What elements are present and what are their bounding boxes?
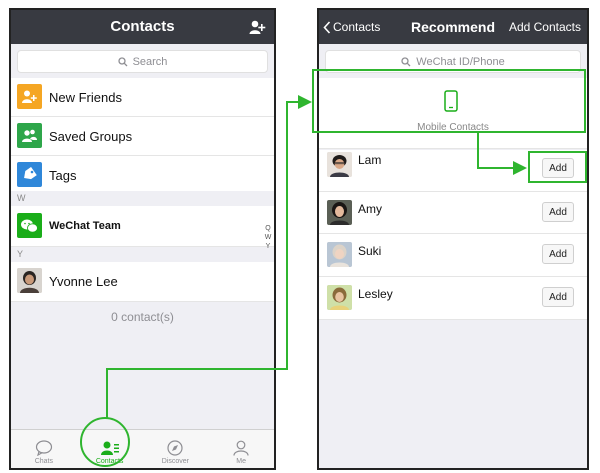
tag-icon — [17, 162, 42, 187]
contact-name: Yvonne Lee — [49, 274, 118, 289]
chat-bubble-icon — [35, 440, 52, 456]
arrow-right-icon — [298, 95, 312, 109]
contact-count: 0 contact(s) — [111, 310, 174, 324]
contacts-tab-highlight — [80, 417, 130, 467]
arrow-right-icon — [513, 161, 527, 175]
avatar — [327, 152, 352, 177]
compass-icon — [167, 440, 183, 456]
navbar: Contacts — [11, 10, 274, 44]
contact-wechat-team[interactable]: WeChat Team — [11, 206, 274, 247]
search-icon — [401, 56, 411, 66]
connector-line — [477, 167, 515, 169]
add-button[interactable]: Add — [542, 202, 574, 222]
tab-bar: Chats Contacts Discover Me — [11, 429, 274, 468]
section-header-y: Y — [11, 247, 274, 262]
index-letter[interactable]: Y — [264, 242, 272, 251]
saved-groups-icon — [17, 123, 42, 148]
section-header-w: W — [11, 191, 274, 206]
add-contact-icon[interactable] — [249, 19, 266, 35]
search-icon — [117, 56, 128, 66]
avatar — [327, 200, 352, 225]
connector-line — [477, 132, 479, 169]
page-title: Recommend — [411, 19, 496, 35]
add-contacts-link[interactable]: Add Contacts — [509, 10, 581, 44]
navbar: Contacts Recommend Add Contacts — [319, 10, 587, 44]
wechat-logo-icon — [17, 213, 42, 238]
contact-name: Lam — [358, 153, 382, 167]
tab-discover[interactable]: Discover — [143, 430, 209, 468]
mobile-contacts-highlight — [312, 69, 586, 133]
back-button[interactable]: Contacts — [323, 10, 380, 44]
page-title: Contacts — [110, 18, 175, 35]
search-placeholder: WeChat ID/Phone — [416, 55, 505, 68]
tab-me[interactable]: Me — [208, 430, 274, 468]
menu-label: New Friends — [49, 89, 122, 105]
connector-line — [106, 368, 108, 418]
search-placeholder: Search — [132, 55, 168, 68]
alphabet-index[interactable]: Q W Y — [264, 224, 272, 251]
tab-label: Me — [236, 458, 246, 465]
menu-new-friends[interactable]: New Friends — [11, 78, 274, 117]
chevron-left-icon — [323, 20, 331, 34]
new-friends-icon — [17, 84, 42, 109]
menu-label: Tags — [49, 167, 77, 183]
add-button-highlight — [528, 151, 587, 183]
contact-name: WeChat Team — [49, 220, 121, 232]
back-label: Contacts — [333, 20, 381, 34]
list-item: Amy Add — [319, 192, 587, 234]
menu-label: Saved Groups — [49, 128, 133, 144]
index-letter[interactable]: W — [264, 233, 272, 242]
tab-chats[interactable]: Chats — [11, 430, 77, 468]
person-icon — [233, 440, 249, 456]
index-letter[interactable]: Q — [264, 224, 272, 233]
contact-name: Suki — [358, 244, 382, 258]
contacts-screen: Contacts Search New Friends Saved Groups — [9, 8, 276, 470]
connector-line — [286, 101, 288, 370]
avatar — [327, 285, 352, 310]
tab-label: Discover — [161, 458, 189, 465]
search-bar: Search — [11, 44, 274, 78]
list-item: Suki Add — [319, 234, 587, 277]
avatar — [17, 268, 42, 293]
tab-label: Chats — [34, 458, 54, 465]
avatar — [327, 242, 352, 267]
connector-line — [106, 368, 288, 370]
add-button[interactable]: Add — [542, 287, 574, 307]
search-input[interactable]: Search — [17, 50, 268, 73]
contact-name: Amy — [358, 202, 382, 216]
menu-tags[interactable]: Tags — [11, 156, 274, 195]
contact-name: Lesley — [358, 287, 393, 301]
list-item: Lesley Add — [319, 277, 587, 320]
contact-yvonne-lee[interactable]: Yvonne Lee — [11, 262, 274, 302]
menu-saved-groups[interactable]: Saved Groups — [11, 117, 274, 156]
add-button[interactable]: Add — [542, 244, 574, 264]
